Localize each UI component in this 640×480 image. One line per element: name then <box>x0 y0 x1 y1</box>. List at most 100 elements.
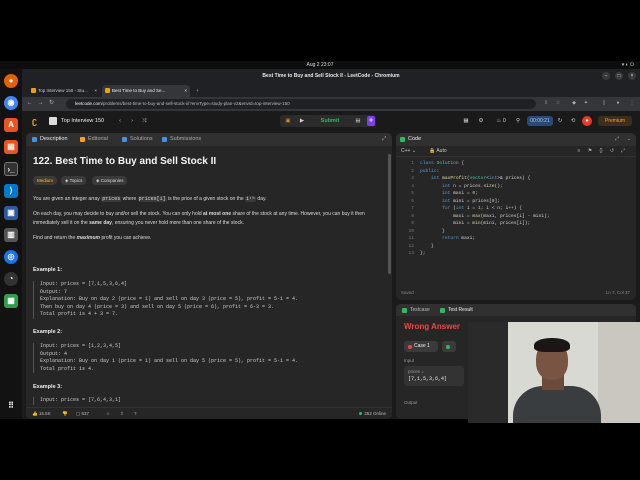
leetcode-logo-icon[interactable]: ʗ <box>32 116 41 126</box>
tab-testcase[interactable]: Testcase <box>402 304 430 316</box>
tab-label: Top Interview 150 - Stu... <box>38 88 88 93</box>
tab-description[interactable]: Description <box>32 133 68 146</box>
text: where <box>121 196 138 202</box>
format-icon[interactable]: ≡ <box>576 148 582 154</box>
tab-label: Submissions <box>170 136 202 142</box>
braces-icon[interactable]: {} <box>598 148 604 154</box>
system-tray-icons[interactable]: ▾ ◐ ⏻ <box>622 61 634 69</box>
cursor-position: Ln 7, Col 37 <box>605 290 630 295</box>
case-1-button[interactable]: Case 1 <box>404 341 438 352</box>
example-1-title: Example 1: <box>33 267 63 273</box>
text: , ensuring you never hold more than one … <box>111 220 244 226</box>
chrome-icon[interactable]: ◎ <box>4 250 18 264</box>
premium-button[interactable]: Premium <box>598 116 632 126</box>
back-icon[interactable]: ← <box>25 99 34 108</box>
shuffle-icon[interactable]: ⤨ <box>140 116 148 126</box>
timer-reset-icon[interactable]: ↻ <box>556 116 564 126</box>
minimize-icon[interactable]: – <box>602 72 610 80</box>
tab-close-icon[interactable]: × <box>184 85 187 97</box>
leetcode-favicon-icon <box>31 88 36 93</box>
app-dock: ● ◉ A ▤ ›_ ⟩ ▣ ▥ ◎ ◔ ▦ ⠿ <box>0 69 22 419</box>
webcam-shadow <box>468 322 508 423</box>
streak-icon[interactable]: ♨ 0 <box>494 116 508 126</box>
chromium-icon[interactable]: ◉ <box>4 96 18 110</box>
tab-editorial[interactable]: Editorial <box>80 133 108 146</box>
screen-icon[interactable]: ▣ <box>4 206 18 220</box>
tab-close-icon[interactable]: × <box>94 85 97 97</box>
code-line: 3 int maxProfit(vector<int>& prices) { <box>411 176 531 181</box>
code-line: 2 public: <box>411 168 440 174</box>
reload-icon[interactable]: ↻ <box>47 99 56 108</box>
system-clock[interactable]: Aug 2 23:07 <box>0 61 640 69</box>
like-count: 15.5K <box>38 411 51 416</box>
spreadsheet-icon[interactable]: ▦ <box>4 294 18 308</box>
dislike-icon[interactable]: 👎 <box>62 408 68 419</box>
prev-problem-icon[interactable]: ‹ <box>116 116 124 126</box>
software-center-icon[interactable]: A <box>4 118 18 132</box>
new-tab-button[interactable]: + <box>194 85 204 97</box>
profile-icon[interactable]: ● <box>614 99 622 108</box>
tab-solutions[interactable]: Solutions <box>122 133 153 146</box>
address-bar[interactable]: leetcode.com/problems/best-time-to-buy-a… <box>66 99 536 109</box>
code-text: } <box>420 228 445 234</box>
inline-code: prices[i] <box>137 196 167 202</box>
run-play-icon[interactable]: ▶ <box>298 116 306 126</box>
settings-gear-icon[interactable]: ⚙ <box>477 116 485 126</box>
output-label: Output <box>404 400 418 405</box>
document-icon[interactable]: ▥ <box>4 228 18 242</box>
notification-bell-icon[interactable]: ⚲ <box>514 116 522 126</box>
files-icon[interactable]: ▤ <box>4 140 18 154</box>
tab-test-result[interactable]: Test Result <box>440 304 473 316</box>
menu-kebab-icon[interactable]: ⋮ <box>628 99 636 108</box>
code-text: }; <box>420 251 426 256</box>
window-titlebar[interactable]: Best Time to Buy and Sell Stock II - Lee… <box>22 69 640 84</box>
panel-maximize-icon[interactable]: ⤢ <box>614 136 620 142</box>
auto-mode-toggle[interactable]: 🔒 Auto <box>429 146 447 157</box>
text: Find and return the <box>33 235 77 241</box>
tab-top-interview[interactable]: Top Interview 150 - Stu... × <box>28 85 100 97</box>
language-select[interactable]: C++ ⌄ <box>401 146 416 157</box>
maximize-icon[interactable]: □ <box>615 72 623 80</box>
notes-icon[interactable]: ▤ <box>354 116 362 126</box>
sidebar-icon[interactable]: ▯ <box>600 99 608 108</box>
extensions-puzzle-icon[interactable]: ✦ <box>582 99 590 108</box>
problem-list-title[interactable]: Top Interview 150 <box>61 116 104 126</box>
share-icon[interactable]: ⇪ <box>120 408 124 419</box>
ai-icon[interactable]: ✚ <box>367 116 375 126</box>
extension-icon[interactable]: ◆ <box>570 99 578 108</box>
problem-list-icon[interactable] <box>49 117 57 125</box>
code-text: } <box>420 243 434 249</box>
vscode-icon[interactable]: ⟩ <box>4 184 18 198</box>
timer-display[interactable]: 00:00:21 <box>527 116 553 126</box>
close-icon[interactable]: × <box>628 72 636 80</box>
fullscreen-icon[interactable]: ⤢ <box>620 148 626 154</box>
obs-icon[interactable]: ◔ <box>4 272 18 286</box>
avatar[interactable]: ● <box>582 116 592 126</box>
companies-chip[interactable]: ◈ Companies <box>92 176 128 185</box>
help-icon[interactable]: ? <box>134 408 137 419</box>
tab-submissions[interactable]: Submissions <box>162 133 201 146</box>
firefox-icon[interactable]: ● <box>4 74 18 88</box>
layout-icon[interactable]: ▦ <box>462 116 470 126</box>
description-scrollbar[interactable] <box>388 154 391 274</box>
reset-code-icon[interactable]: ↺ <box>609 148 615 154</box>
bookmark-star-icon[interactable]: ☆ <box>554 99 562 108</box>
panel-maximize-icon[interactable]: ⤢ <box>374 133 386 146</box>
case-2-button[interactable] <box>442 341 456 352</box>
refresh-icon[interactable]: ⟲ <box>569 116 577 126</box>
share-icon[interactable]: ⇪ <box>542 99 550 108</box>
comments-button[interactable]: ▢ 537 <box>76 408 89 419</box>
forward-icon[interactable]: → <box>36 99 45 108</box>
tab-best-time[interactable]: Best Time to Buy and Se... × <box>102 85 190 97</box>
submit-button[interactable]: Submit <box>312 115 348 127</box>
panel-collapse-icon[interactable]: ⌄ <box>626 136 632 142</box>
like-button[interactable]: 👍 15.5K <box>32 408 51 419</box>
next-problem-icon[interactable]: › <box>128 116 136 126</box>
show-apps-icon[interactable]: ⠿ <box>4 399 18 413</box>
debug-icon[interactable]: ▣ <box>284 116 292 126</box>
url-path: /problems/best-time-to-buy-and-sell-stoc… <box>101 101 290 106</box>
favorite-star-icon[interactable]: ☆ <box>106 408 110 419</box>
bookmark-icon[interactable]: ⚑ <box>587 148 593 154</box>
terminal-icon[interactable]: ›_ <box>4 162 18 176</box>
topics-chip[interactable]: ◈ Topics <box>61 176 87 185</box>
